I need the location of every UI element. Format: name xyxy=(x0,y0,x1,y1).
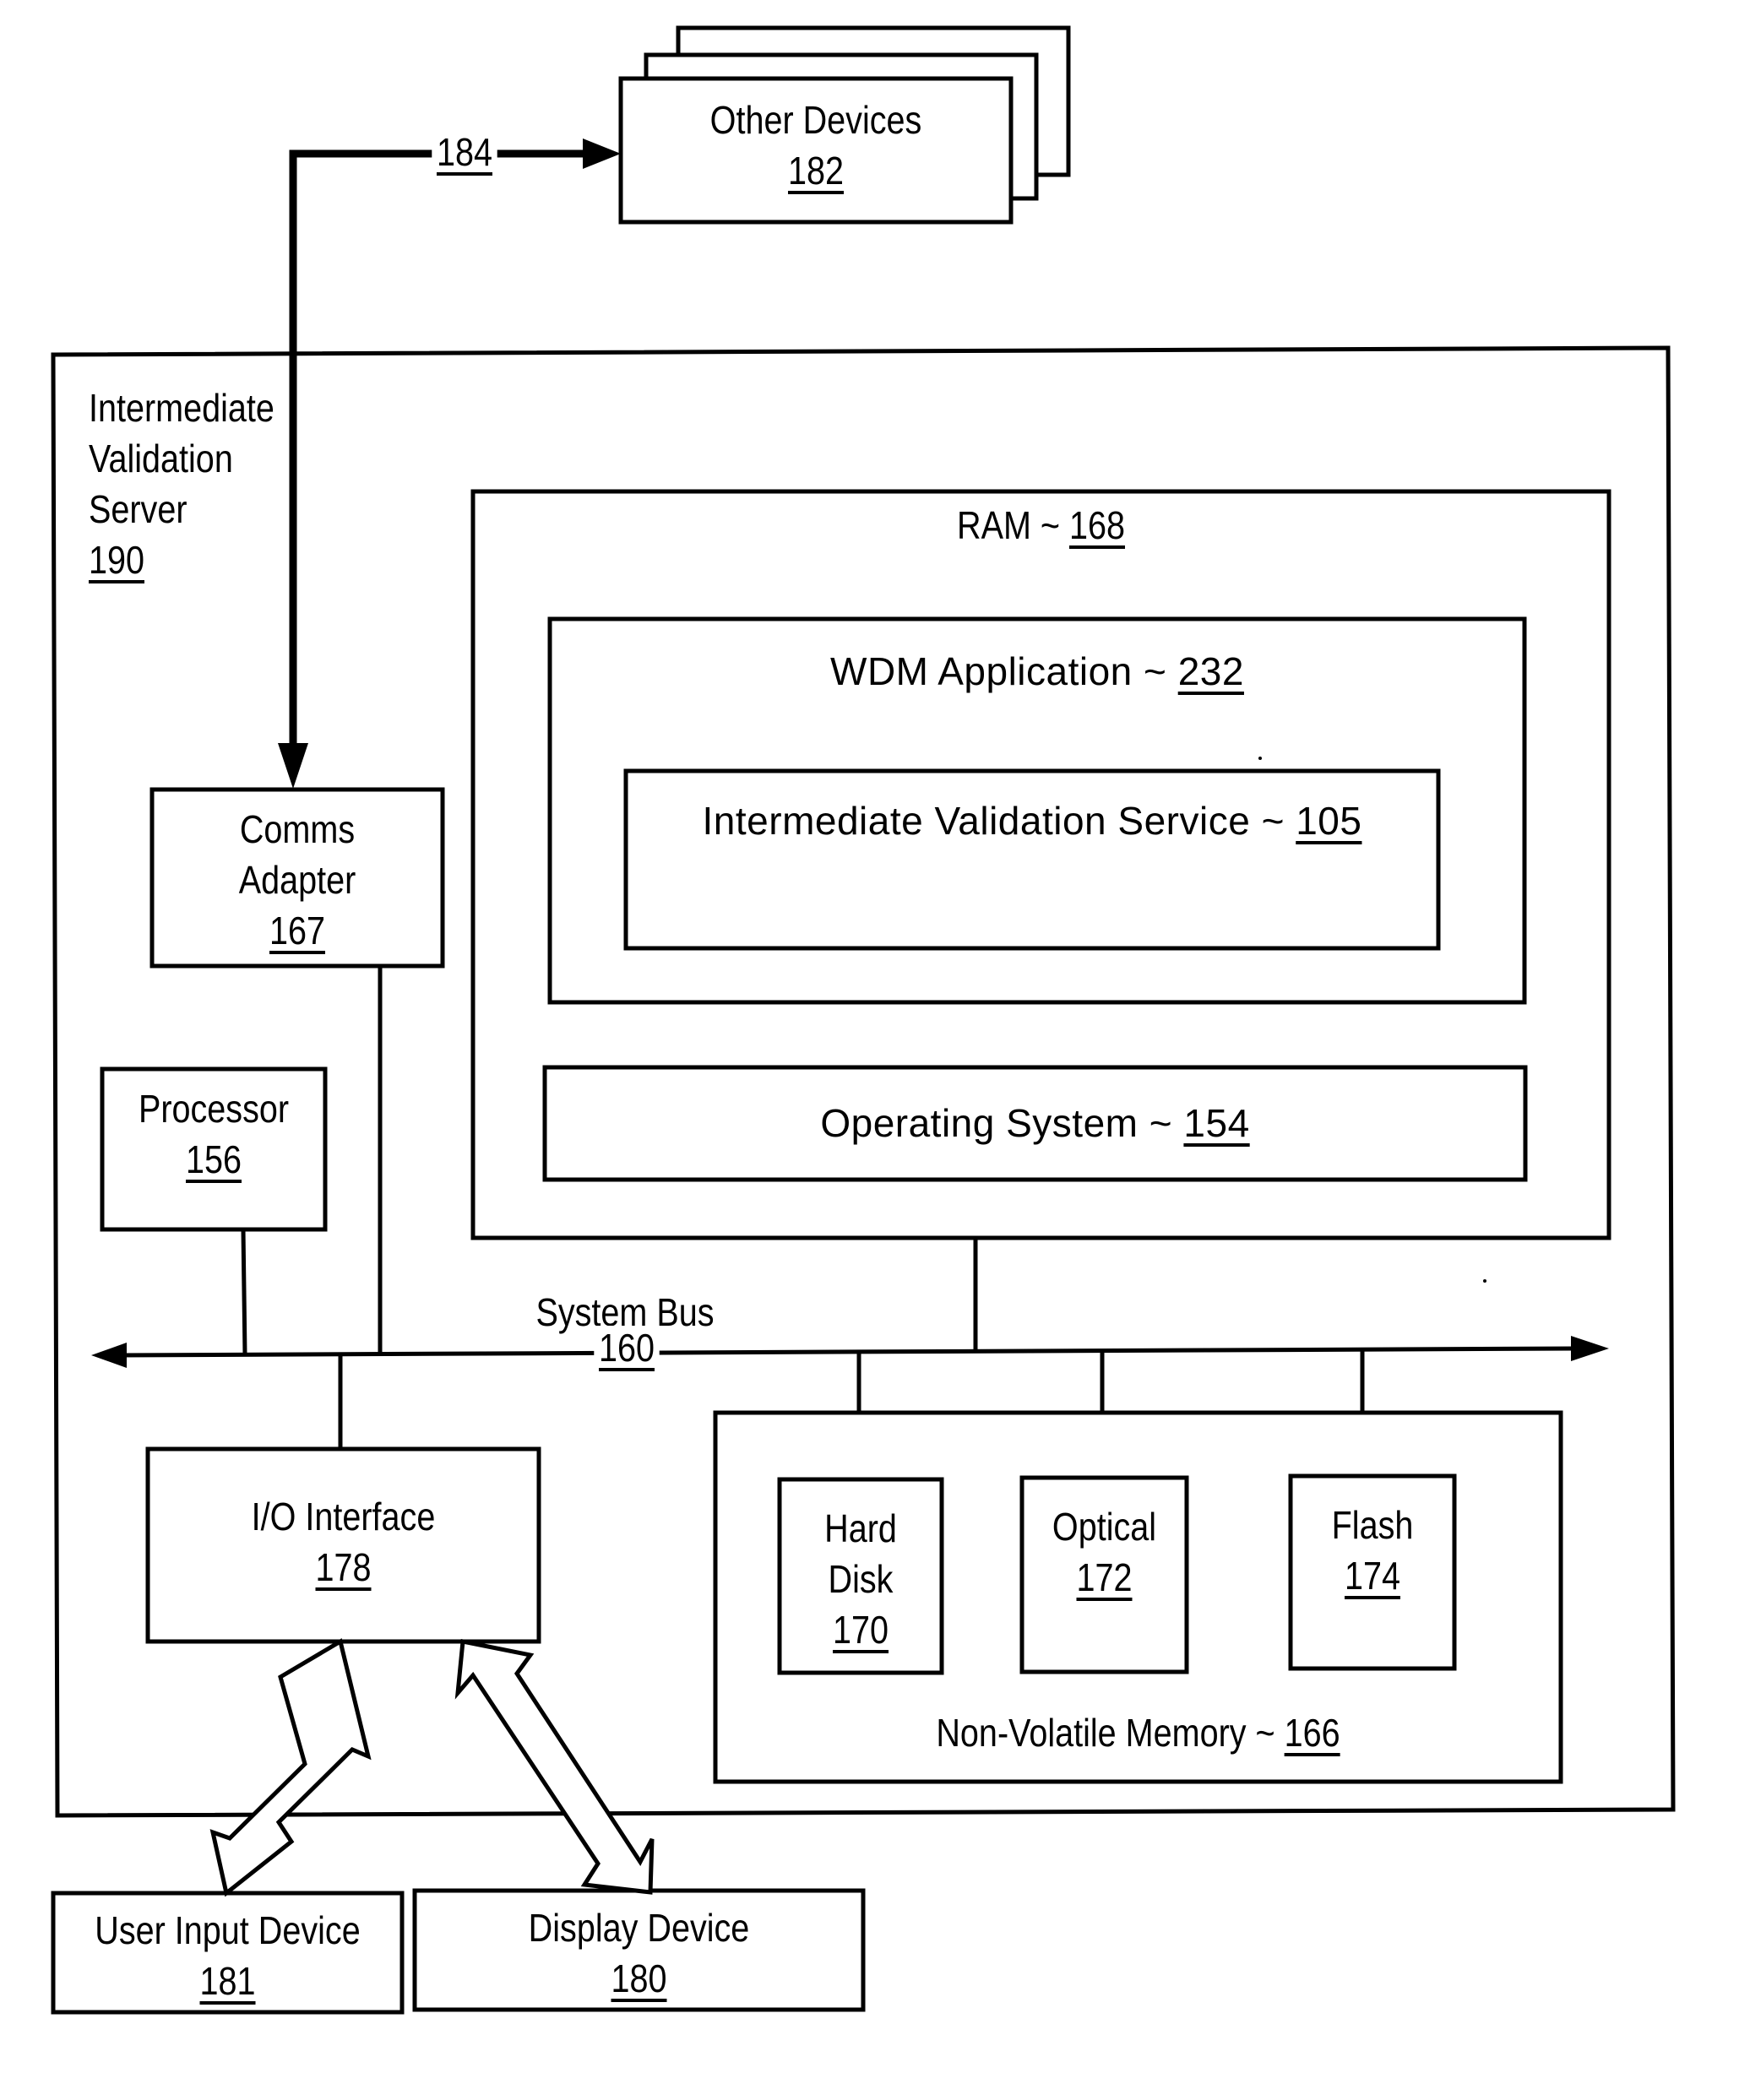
flash-name: Flash xyxy=(1331,1503,1414,1547)
display-device-ref: 180 xyxy=(611,1956,667,2000)
ram-name: RAM ~ xyxy=(956,503,1069,547)
hard-disk-ref: 170 xyxy=(832,1608,889,1652)
wdm-application-name: WDM Application ~ xyxy=(830,649,1178,693)
io-interface-label: I/O Interface 178 xyxy=(175,1491,511,1593)
validation-service-label: Intermediate Validation Service ~ 105 xyxy=(626,795,1438,846)
processor-bus-connector xyxy=(241,1229,247,1355)
flash-ref: 174 xyxy=(1344,1554,1401,1598)
flash-label: Flash 174 xyxy=(1302,1500,1443,1601)
network-link-ref: 184 xyxy=(436,130,493,174)
non-volatile-memory-name: Non-Volatile Memory ~ xyxy=(936,1711,1285,1755)
server-label: Intermediate Validation Server 190 xyxy=(89,383,274,585)
validation-service-name: Intermediate Validation Service ~ xyxy=(702,799,1296,843)
non-volatile-memory-ref: 166 xyxy=(1284,1711,1340,1755)
wdm-application-label: WDM Application ~ 232 xyxy=(550,646,1524,697)
server-label-line3: Server xyxy=(89,487,188,531)
server-label-line1: Intermediate xyxy=(89,386,274,430)
arrowhead-right-icon xyxy=(583,138,621,169)
operating-system-ref: 154 xyxy=(1183,1101,1250,1145)
io-interface-ref: 178 xyxy=(315,1545,372,1589)
operating-system-name: Operating System ~ xyxy=(820,1101,1184,1145)
other-devices-name: Other Devices xyxy=(709,98,922,142)
server-ref: 190 xyxy=(89,538,145,582)
other-devices-ref: 182 xyxy=(787,149,845,193)
user-input-device-ref: 181 xyxy=(199,1959,256,2003)
processor-label: Processor 156 xyxy=(117,1083,309,1185)
hard-disk-label: Hard Disk 170 xyxy=(791,1503,930,1655)
comms-adapter-ref: 167 xyxy=(269,909,326,952)
scan-speck xyxy=(1258,757,1262,760)
system-bus-ref-label: 160 xyxy=(594,1326,660,1370)
hard-disk-line1: Hard xyxy=(824,1506,897,1550)
io-interface-name: I/O Interface xyxy=(251,1495,436,1538)
comms-adapter-line1: Comms xyxy=(239,807,356,851)
scan-speck xyxy=(1483,1279,1486,1283)
system-bus-ref: 160 xyxy=(598,1326,655,1370)
processor-name: Processor xyxy=(138,1087,290,1131)
ram-ref: 168 xyxy=(1068,503,1126,547)
other-devices-label: Other Devices 182 xyxy=(648,95,983,196)
comms-adapter-label: Comms Adapter 167 xyxy=(172,804,422,956)
user-input-device-name: User Input Device xyxy=(95,1908,361,1952)
wdm-application-ref: 232 xyxy=(1177,649,1244,693)
non-volatile-memory-label: Non-Volatile Memory ~ 166 xyxy=(774,1707,1502,1758)
block-diagram xyxy=(51,25,1676,2015)
display-device-name: Display Device xyxy=(528,1906,750,1950)
processor-ref: 156 xyxy=(185,1137,242,1181)
user-input-device-label: User Input Device 181 xyxy=(78,1905,378,2006)
ram-label: RAM ~ 168 xyxy=(552,500,1530,551)
display-device-label: Display Device 180 xyxy=(446,1902,832,2004)
server-label-line2: Validation xyxy=(89,437,233,480)
validation-service-ref: 105 xyxy=(1296,799,1362,843)
optical-ref: 172 xyxy=(1076,1555,1133,1599)
network-link-label: 184 xyxy=(432,127,497,177)
hard-disk-line2: Disk xyxy=(828,1557,894,1601)
optical-name: Optical xyxy=(1052,1505,1157,1549)
operating-system-label: Operating System ~ 154 xyxy=(545,1098,1525,1148)
comms-adapter-line2: Adapter xyxy=(238,858,356,902)
optical-label: Optical 172 xyxy=(1034,1501,1176,1603)
